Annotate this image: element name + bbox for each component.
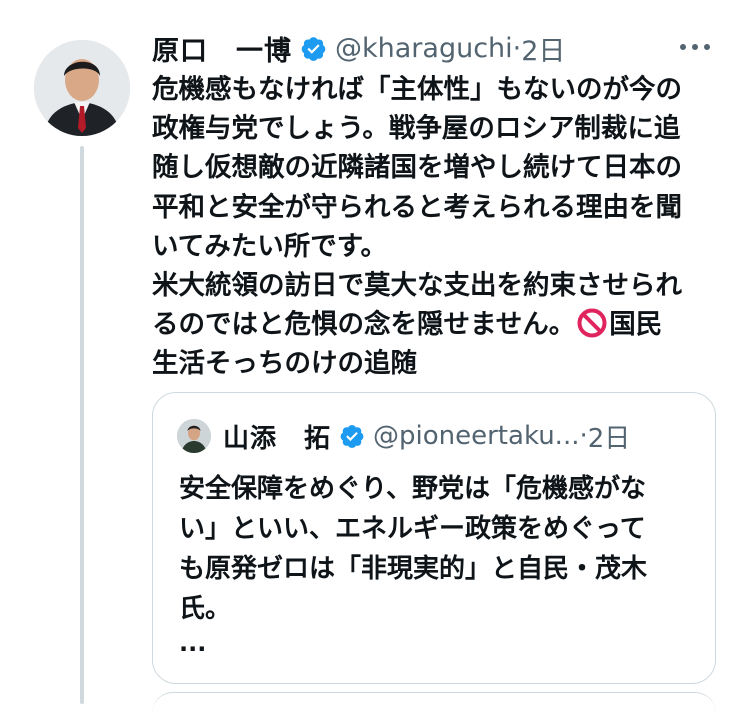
tweet-text-line: いてみたい所です。 — [152, 230, 388, 262]
tweet-timestamp[interactable]: 2日 — [521, 29, 565, 68]
quoted-tweet-text: 安全保障をめぐり、野党は「危機感がな い」といい、エネルギー政策をめぐって も原… — [179, 469, 699, 629]
author-avatar-image — [34, 40, 130, 136]
tweet-text-segment: るのではと危惧の念を隠せません。 — [152, 309, 576, 341]
tweet-text-line: るのではと危惧の念を隠せません。 国民 — [152, 305, 722, 344]
tweet-text-line: 平和と安全が守られると考えられる理由を聞 — [152, 191, 682, 223]
quoted-author-avatar — [177, 419, 211, 453]
separator-dot: · — [512, 32, 522, 64]
quoted-text-line: 安全保障をめぐり、野党は「危機感がな — [179, 474, 646, 504]
verified-badge-icon — [300, 35, 327, 62]
author-handle[interactable]: @kharaguchi — [335, 33, 513, 64]
no-entry-emoji-icon — [577, 308, 607, 338]
quoted-text-line: も原発ゼロは「非現実的」と自民・茂木 — [179, 554, 648, 584]
tweet-header: 原口 一博 @kharaguchi · 2日 — [152, 28, 719, 68]
separator-dot: · — [579, 421, 588, 451]
tweet-text: 危機感もなければ「主体性」もないのが今の 政権与党でしょう。戦争屋のロシア制裁に… — [152, 70, 722, 384]
quoted-text-line: 氏。 — [179, 594, 232, 624]
quoted-tweet-timestamp: 2日 — [587, 423, 631, 454]
author-name[interactable]: 原口 一博 — [152, 29, 292, 68]
more-dots-icon[interactable] — [675, 36, 715, 58]
tweet-text-line: 危機感もなければ「主体性」もないのが今の — [152, 74, 682, 105]
quoted-tweet-header: 山添 拓 @pioneertaku... · 2日 — [177, 419, 631, 454]
tweet-text-line: 生活そっちのけの追随 — [152, 348, 417, 380]
author-avatar[interactable] — [34, 40, 130, 136]
next-card-edge — [152, 692, 716, 713]
thread-line — [80, 146, 84, 704]
tweet-text-segment: 国民 — [609, 309, 663, 341]
verified-badge-icon — [339, 423, 365, 449]
quoted-tweet-card[interactable]: 山添 拓 @pioneertaku... · 2日 安全保障をめぐり、野党は「危… — [152, 392, 716, 684]
tweet-text-line: 米大統領の訪日で莫大な支出を約束させられ — [152, 270, 682, 302]
quoted-author-name: 山添 拓 — [223, 423, 332, 454]
tweet-text-line: 政権与党でしょう。戦争屋のロシア制裁に追 — [152, 113, 681, 145]
quoted-text-line: い」といい、エネルギー政策をめぐって — [179, 514, 646, 544]
tweet-text-line: 随し仮想敵の近隣諸国を増やし続けて日本の — [152, 152, 682, 184]
quoted-author-handle: @pioneertaku... — [373, 421, 580, 451]
quoted-text-ellipsis: ... — [179, 629, 207, 657]
